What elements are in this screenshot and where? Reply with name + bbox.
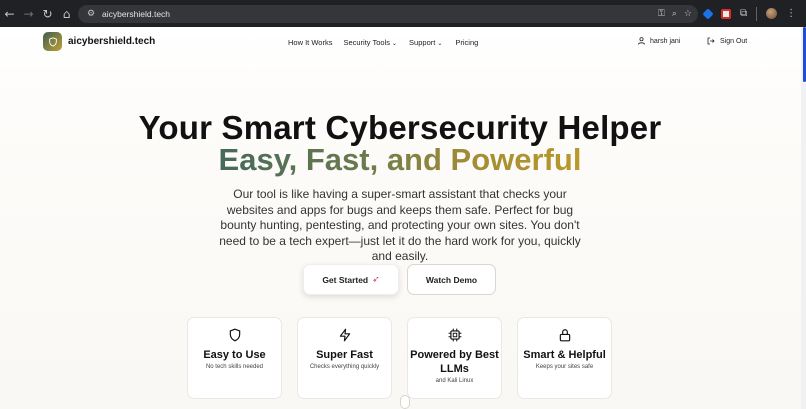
chevron-down-icon: ⌄ <box>392 40 398 47</box>
extension-icon[interactable] <box>702 7 714 20</box>
nav-support-label: Support <box>409 38 436 47</box>
scroll-indicator[interactable] <box>400 395 410 409</box>
feature-card-easy: Easy to Use No tech skills needed <box>187 317 282 399</box>
sign-out-icon <box>707 37 715 45</box>
nav-how-it-works[interactable]: How It Works <box>288 38 332 47</box>
hero-subtitle: Easy, Fast, and Powerful <box>0 142 800 178</box>
feature-text: and Kali Linux <box>435 378 474 384</box>
feature-card-smart: Smart & Helpful Keeps your sites safe <box>517 317 612 399</box>
back-arrow-icon[interactable]: ← <box>0 0 19 27</box>
feature-title: Super Fast <box>316 349 373 361</box>
sign-out-label: Sign Out <box>720 37 748 45</box>
lightning-icon <box>339 328 350 342</box>
forward-arrow-icon[interactable]: → <box>19 0 38 27</box>
bookmark-star-icon[interactable]: ☆ <box>684 9 692 19</box>
reload-icon[interactable]: ↻ <box>38 0 57 27</box>
cpu-chip-icon <box>448 328 461 342</box>
nav-security-tools-label: Security Tools <box>343 38 391 47</box>
user-icon <box>638 37 645 45</box>
feature-text: Keeps your sites safe <box>535 364 594 370</box>
address-bar[interactable]: ⚙ aicybershield.tech ⚿ ⌕ ☆ <box>78 5 698 23</box>
toolbar-divider <box>756 6 758 21</box>
get-started-label: Get Started <box>322 274 369 285</box>
rocket-icon: ➶ <box>372 274 380 285</box>
lock-icon <box>559 329 570 342</box>
url-text[interactable]: aicybershield.tech <box>102 9 170 19</box>
user-menu[interactable]: harsh jani <box>638 37 680 45</box>
main-nav: How It Works Security Tools ⌄ Support ⌄ Pr… <box>288 38 478 47</box>
watch-demo-label: Watch Demo <box>425 274 478 285</box>
feature-card-llm: Powered by Best LLMs and Kali Linux <box>407 317 502 399</box>
browser-toolbar: ← → ↻ ⌂ ⚙ aicybershield.tech ⚿ ⌕ ☆ ⧉ ⋮ <box>0 0 806 27</box>
chevron-down-icon: ⌄ <box>437 40 443 47</box>
extensions-puzzle-icon[interactable]: ⧉ <box>740 8 747 19</box>
extension-icon[interactable] <box>721 8 731 19</box>
profile-avatar[interactable] <box>766 8 778 19</box>
brand-name[interactable]: aicybershield.tech <box>68 36 155 47</box>
nav-security-tools[interactable]: Security Tools ⌄ <box>343 38 397 47</box>
get-started-button[interactable]: Get Started ➶ <box>303 264 399 295</box>
shield-icon <box>229 328 240 342</box>
feature-title: Powered by Best LLMs <box>410 349 499 375</box>
hero-subtitle-text: Easy, Fast, and Powerful <box>218 142 582 177</box>
sign-out-button[interactable]: Sign Out <box>707 37 747 45</box>
feature-text: No tech skills needed <box>205 364 264 370</box>
password-key-icon[interactable]: ⚿ <box>658 9 665 19</box>
feature-card-fast: Super Fast Checks everything quickly <box>297 317 392 399</box>
page-scrollbar[interactable] <box>801 27 806 409</box>
hero-description: Our tool is like having a super-smart as… <box>219 187 581 263</box>
web-page: aicybershield.tech How It Works Security… <box>0 27 806 409</box>
nav-pricing[interactable]: Pricing <box>455 38 478 47</box>
home-icon[interactable]: ⌂ <box>57 0 76 27</box>
shield-logo-icon <box>48 36 57 47</box>
zoom-icon[interactable]: ⌕ <box>672 9 677 19</box>
watch-demo-button[interactable]: Watch Demo <box>407 264 496 295</box>
feature-title: Easy to Use <box>203 349 266 361</box>
browser-menu-icon[interactable]: ⋮ <box>786 8 796 19</box>
logo[interactable] <box>43 32 62 51</box>
feature-text: Checks everything quickly <box>309 364 380 370</box>
feature-title: Smart & Helpful <box>523 349 606 361</box>
site-info-icon[interactable]: ⚙ <box>82 9 100 19</box>
site-header: aicybershield.tech How It Works Security… <box>0 27 800 57</box>
nav-support[interactable]: Support ⌄ <box>409 38 442 47</box>
user-name: harsh jani <box>650 37 681 45</box>
